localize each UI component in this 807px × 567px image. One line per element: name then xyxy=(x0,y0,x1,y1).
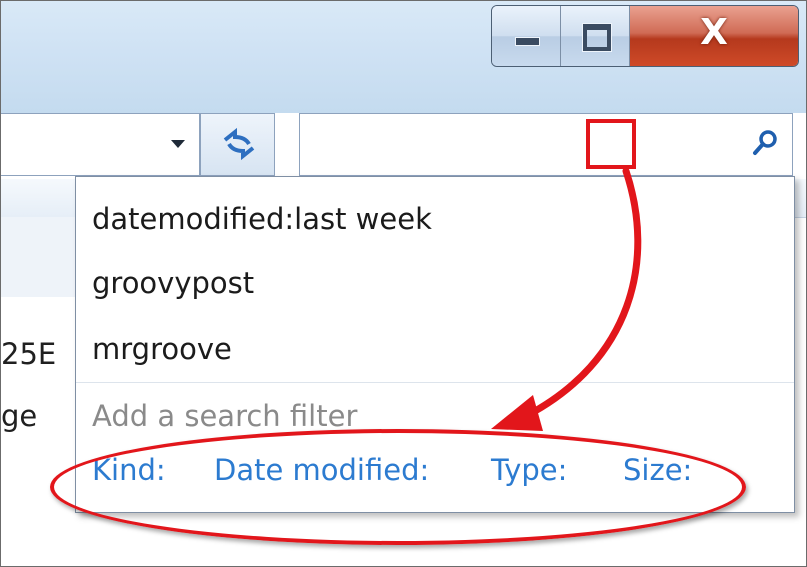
suggestion-item[interactable]: groovypost xyxy=(92,266,254,300)
maximize-button[interactable] xyxy=(561,6,630,66)
background-file-size: 25E xyxy=(1,337,57,371)
close-button[interactable]: X xyxy=(630,6,798,66)
chevron-down-icon[interactable] xyxy=(171,140,185,148)
background-file-type: ge xyxy=(1,399,38,433)
content-band xyxy=(1,217,81,297)
add-filter-label: Add a search filter xyxy=(92,399,358,433)
suggestion-item[interactable]: datemodified:last week xyxy=(92,202,432,236)
annotation-arrow xyxy=(491,167,642,431)
suggestion-item[interactable]: mrgroove xyxy=(92,332,232,366)
address-bar[interactable] xyxy=(1,113,200,176)
dropdown-divider xyxy=(76,382,794,383)
window-controls: X xyxy=(491,5,799,67)
minimize-button[interactable] xyxy=(492,6,561,66)
search-icon[interactable] xyxy=(750,128,780,158)
annotation-ellipse xyxy=(50,429,746,545)
refresh-icon xyxy=(223,127,255,161)
explorer-window: X 25E ge datemodified:last week groovypo… xyxy=(0,0,807,567)
minimize-icon xyxy=(515,37,540,46)
close-icon: X xyxy=(700,12,728,53)
maximize-icon xyxy=(583,24,611,51)
refresh-button[interactable] xyxy=(200,113,275,176)
